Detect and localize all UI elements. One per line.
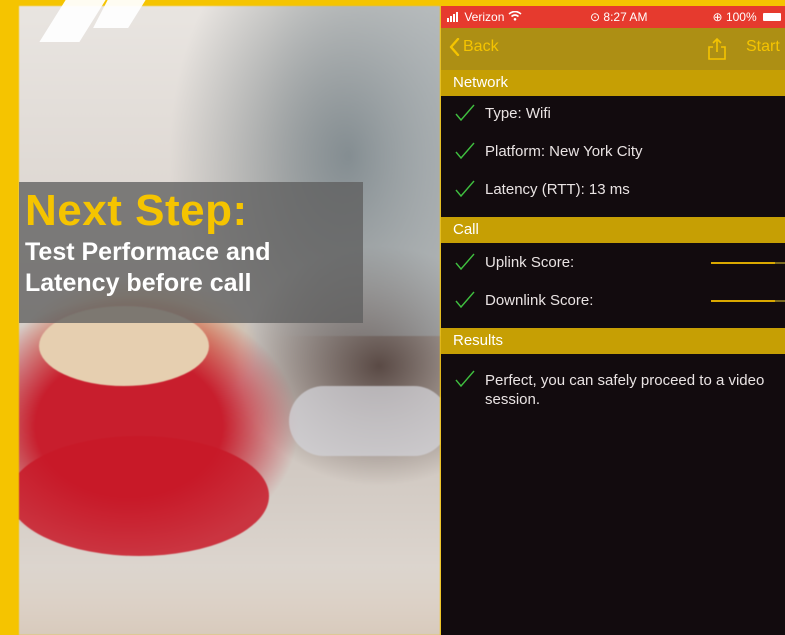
photo-phone-blur (289, 386, 440, 456)
downlink-score-label: Downlink Score: (485, 292, 594, 309)
network-type-label: Type: Wifi (485, 105, 551, 122)
back-label: Back (463, 38, 499, 55)
photo-saucer (19, 436, 269, 556)
list-item-downlink: Downlink Score: (441, 283, 785, 319)
chevron-left-icon (449, 38, 460, 56)
promo-overlay: Next Step: Test Performace and Latency b… (19, 182, 363, 323)
list-item-platform: Platform: New York City (441, 134, 785, 170)
carrier-indicator: Verizon (447, 10, 522, 24)
checkmark-icon (455, 142, 475, 160)
checkmark-icon (455, 370, 475, 388)
promo-subline-1: Test Performace and (25, 238, 271, 266)
photo-table-blur (19, 566, 440, 635)
alarm-icon: ⊙ (590, 10, 601, 24)
checkmark-icon (455, 253, 475, 271)
promo-subline-2: Latency before call (25, 269, 252, 297)
share-icon[interactable] (707, 37, 727, 61)
result-item: Perfect, you can safely proceed to a vid… (441, 364, 785, 424)
result-message: Perfect, you can safely proceed to a vid… (485, 372, 765, 408)
checkmark-icon (455, 291, 475, 309)
battery-indicator: ⊕ 100% (713, 10, 781, 24)
section-header-results: Results (441, 328, 785, 354)
phone-screen: Verizon ⊙ 8:27 AM ⊕ 100% Back Start Netw… (441, 6, 785, 635)
list-item-uplink: Uplink Score: (441, 245, 785, 281)
carrier-name: Verizon (464, 10, 505, 24)
brand-logo-fragment (34, 0, 146, 42)
section-header-network: Network (441, 70, 785, 96)
battery-percent: 100% (725, 10, 757, 24)
status-time: 8:27 AM (603, 10, 648, 24)
nav-bar: Back Start (441, 28, 785, 70)
uplink-score-label: Uplink Score: (485, 254, 575, 271)
checkmark-icon (455, 180, 475, 198)
checkmark-icon (455, 104, 475, 122)
downlink-score-bar-track (775, 300, 785, 302)
start-button[interactable]: Start (746, 38, 780, 56)
network-latency-label: Latency (RTT): 13 ms (485, 181, 630, 198)
section-header-call: Call (441, 217, 785, 243)
battery-icon (763, 13, 781, 21)
status-time-wrap: ⊙ 8:27 AM (590, 10, 647, 24)
wifi-icon (508, 10, 522, 21)
uplink-score-bar-track (775, 262, 785, 264)
downlink-score-bar (711, 300, 775, 302)
network-platform-label: Platform: New York City (485, 143, 643, 160)
list-item-type: Type: Wifi (441, 96, 785, 132)
status-bar: Verizon ⊙ 8:27 AM ⊕ 100% (441, 6, 785, 28)
back-button[interactable]: Back (449, 38, 499, 56)
signal-icon (447, 12, 458, 22)
orientation-lock-icon: ⊕ (712, 10, 723, 24)
uplink-score-bar (711, 262, 775, 264)
list-item-latency: Latency (RTT): 13 ms (441, 172, 785, 208)
promo-heading: Next Step: (25, 186, 248, 235)
